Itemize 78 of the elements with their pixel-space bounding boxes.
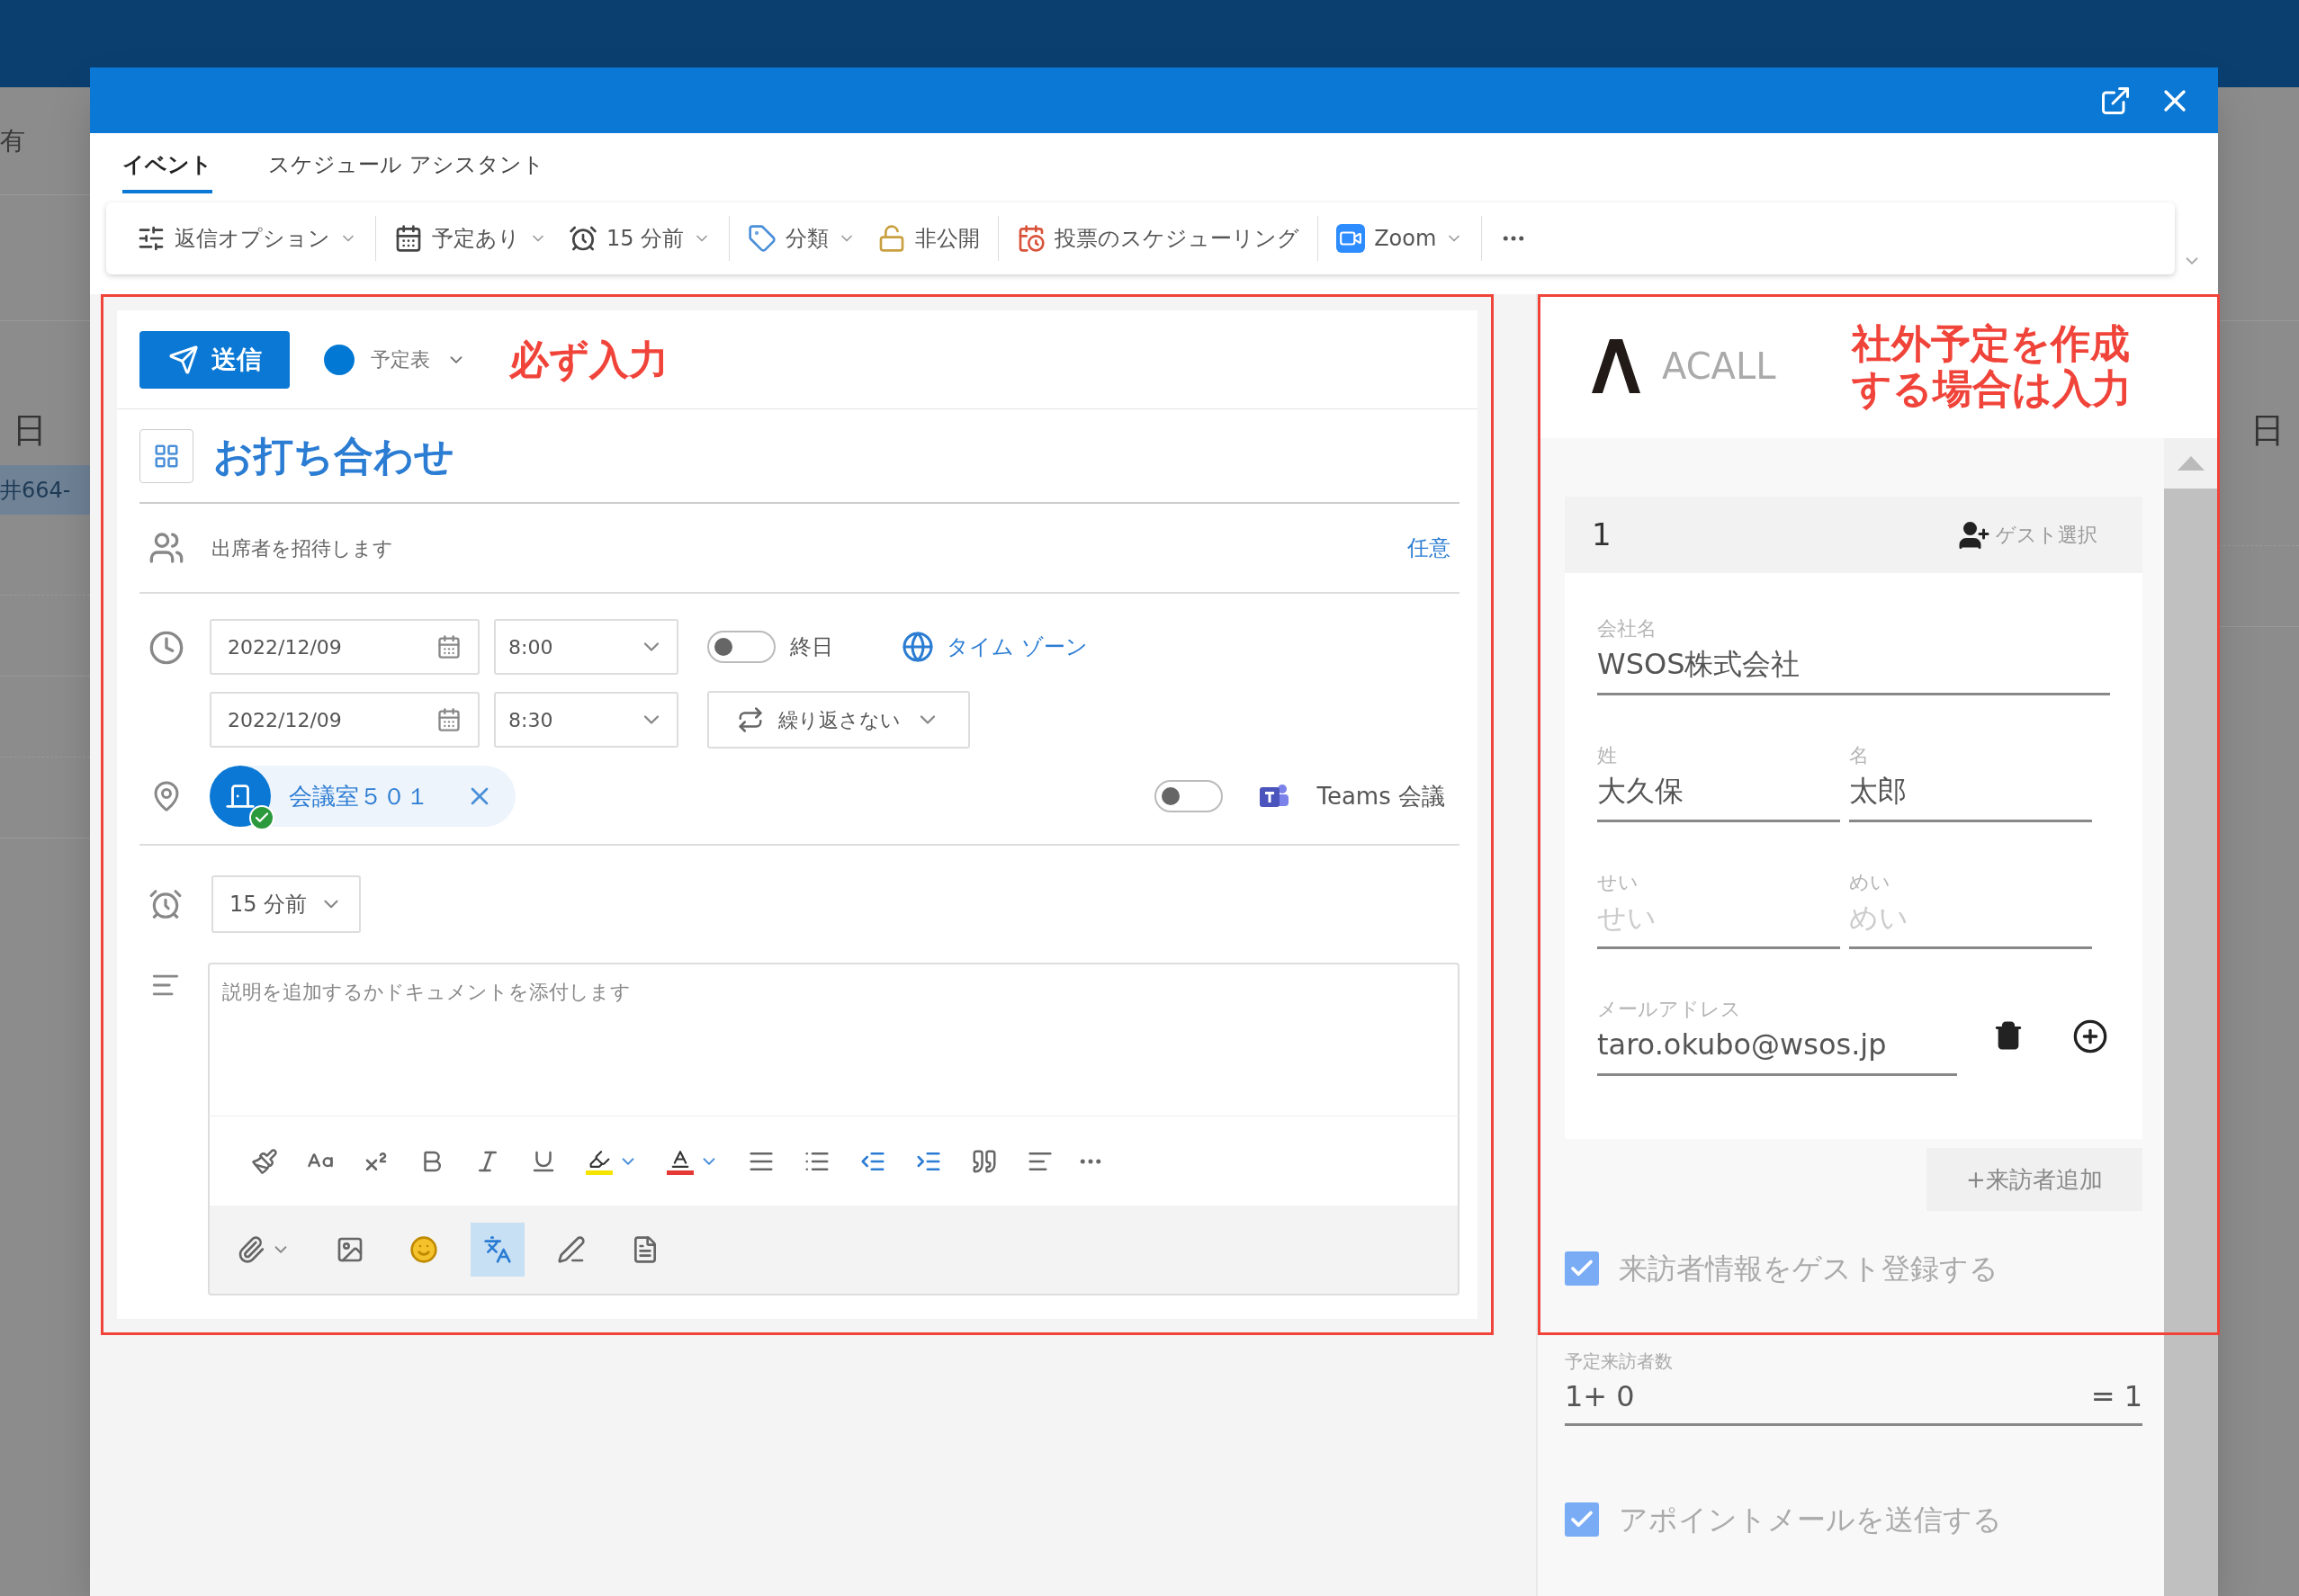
company-name-field[interactable]: WSOS株式会社 <box>1597 642 2110 695</box>
checkbox[interactable] <box>1565 1502 1599 1537</box>
field-label: 名 <box>1849 743 1870 768</box>
send-button[interactable]: 送信 <box>139 330 290 389</box>
paperclip-icon <box>237 1235 265 1264</box>
calendar-icon <box>436 707 462 732</box>
last-name-field[interactable]: 大久保 <box>1597 769 1840 822</box>
toggle-switch[interactable] <box>707 631 776 663</box>
teams-icon <box>1259 783 1290 810</box>
time-dropdown[interactable]: 8:00 <box>494 619 678 675</box>
date-field[interactable]: 2022/12/09 <box>210 619 480 675</box>
sliders-icon <box>137 224 166 253</box>
toolbar-button[interactable]: 予定あり <box>383 222 558 255</box>
first-name-field[interactable]: 太郎 <box>1849 769 2092 822</box>
add-circle-icon[interactable] <box>2072 1018 2108 1054</box>
alarm-clock-icon <box>148 887 183 921</box>
insert-button[interactable] <box>471 1223 525 1277</box>
toolbar-button[interactable]: 15 分前 <box>558 222 723 255</box>
globe-icon <box>902 631 934 663</box>
calendar-icon <box>394 224 423 253</box>
paintbrush-icon <box>251 1147 278 1175</box>
calendar-selector[interactable]: 予定表 <box>324 344 466 375</box>
repeat-dropdown[interactable]: 繰り返さない <box>707 691 970 749</box>
annotation-text: 社外予定を作成 <box>1851 321 2131 366</box>
optional-link[interactable]: 任意 <box>1407 532 1450 564</box>
repeat-icon <box>737 706 764 733</box>
toolbar-button[interactable]: 非公開 <box>867 222 992 255</box>
teams-label: Teams 会議 <box>1316 781 1445 811</box>
toolbar-button[interactable]: 分類 <box>737 222 867 255</box>
visitor-count: 1+ 0 <box>1565 1378 1635 1415</box>
image-icon <box>336 1235 364 1264</box>
time-dropdown[interactable]: 8:30 <box>494 692 678 748</box>
time-zone-link[interactable]: タイム ゾーン <box>902 631 1088 663</box>
phonetic-guide-icon <box>483 1235 512 1264</box>
logo-icon <box>1592 337 1640 395</box>
description-field[interactable]: 説明を追加するかドキュメントを添付します <box>208 963 1459 1116</box>
toolbar-button[interactable]: 投票のスケジューリング <box>1006 222 1311 255</box>
attendees-icon <box>148 530 184 566</box>
alarm-clock-icon <box>569 224 597 253</box>
room-chip[interactable]: 会議室５０１ <box>210 766 516 827</box>
email-field[interactable]: taro.okubo@wsos.jp <box>1597 1023 1957 1076</box>
tag-icon <box>748 224 777 253</box>
video-camera-icon <box>1336 224 1366 253</box>
calendar-icon <box>436 634 462 659</box>
field-label: 予定来訪者数 <box>1565 1349 1674 1374</box>
field-label: めい <box>1849 870 1891 895</box>
category-icon[interactable] <box>139 428 193 483</box>
logo-text: ACALL <box>1662 345 1776 389</box>
smiley-icon <box>409 1235 438 1264</box>
field-label: せい <box>1597 870 1639 895</box>
reminder-dropdown[interactable]: 15 分前 <box>211 875 362 933</box>
toolbar-button[interactable]: Zoom <box>1325 222 1475 255</box>
all-day-label: 終日 <box>790 633 833 661</box>
trash-icon[interactable] <box>1993 1018 2024 1053</box>
field-label: メールアドレス <box>1597 997 1742 1022</box>
attendees-field[interactable]: 出席者を招待します <box>211 533 1380 563</box>
visitor-number: 1 <box>1592 516 1612 554</box>
checkbox-label: アポイントメールを送信する <box>1619 1502 2002 1538</box>
checkbox-label: 来訪者情報をゲスト登録する <box>1619 1251 1998 1287</box>
annotation-text: 必ず入力 <box>509 335 669 384</box>
toolbar-button[interactable]: 返信オプション <box>126 222 368 255</box>
event-title[interactable]: お打ち合わせ <box>213 426 454 486</box>
calendar-clock-icon <box>1017 224 1046 253</box>
signature-pen-icon <box>557 1235 586 1264</box>
visitor-total: = 1 <box>2090 1378 2142 1415</box>
date-field[interactable]: 2022/12/09 <box>210 692 480 748</box>
checkbox[interactable] <box>1565 1251 1599 1286</box>
toggle-switch[interactable] <box>1154 780 1224 812</box>
field-label: 姓 <box>1597 743 1618 768</box>
annotation-text: する場合は入力 <box>1851 366 2132 411</box>
share-label: 有 <box>0 124 25 157</box>
clock-icon <box>148 630 184 666</box>
field-label: 会社名 <box>1597 616 1657 641</box>
weekday-label: 日 <box>2250 409 2285 452</box>
tab[interactable]: スケジュール アシスタント <box>268 148 544 193</box>
scrollbar[interactable] <box>2164 438 2218 1596</box>
send-icon <box>167 344 199 375</box>
weekday-label: 日 <box>13 409 47 452</box>
